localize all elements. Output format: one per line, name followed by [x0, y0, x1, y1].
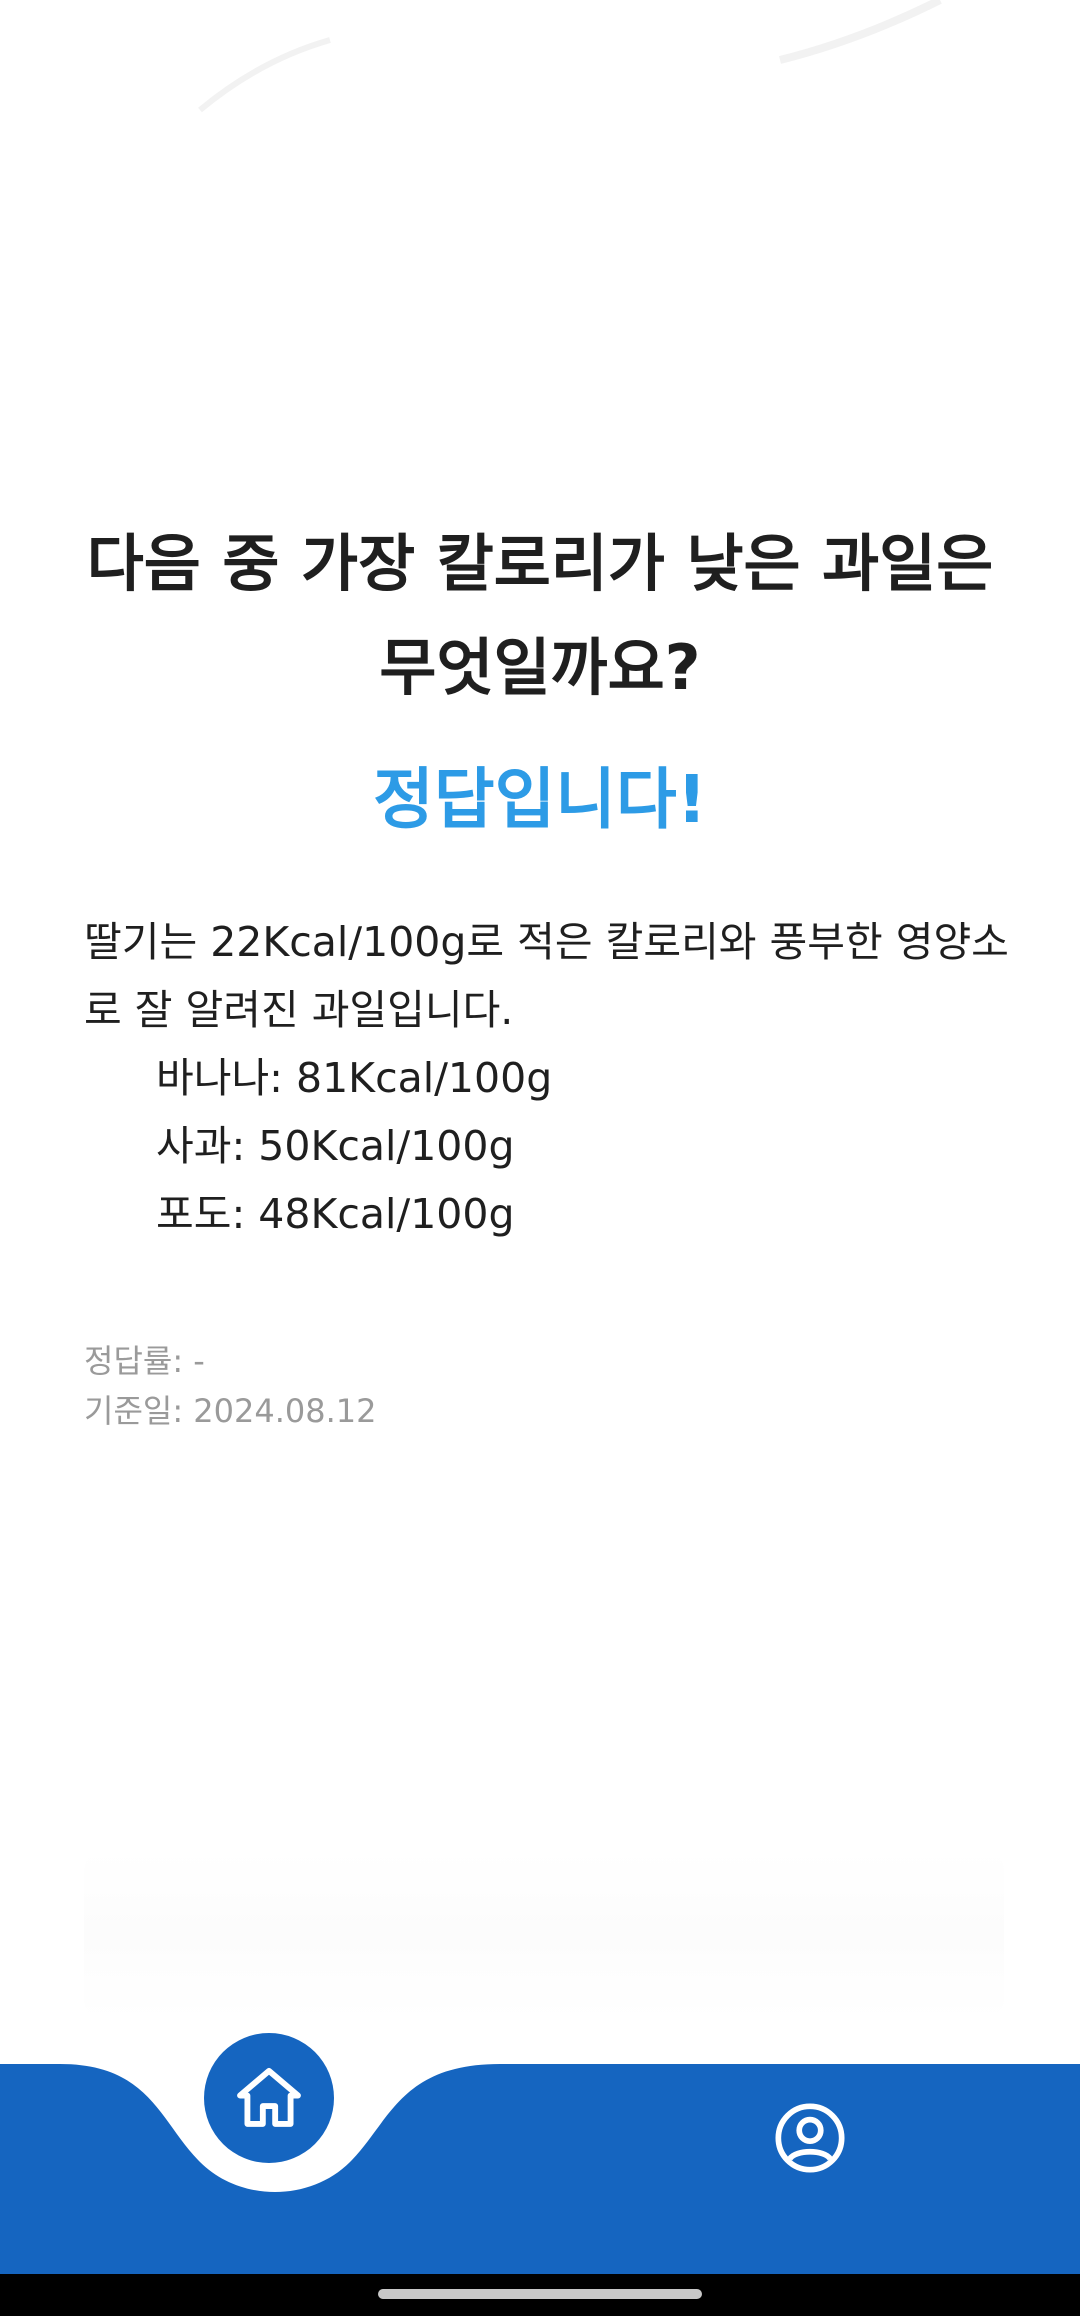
profile-icon [775, 2103, 845, 2173]
home-icon [237, 2067, 301, 2127]
system-gesture-bar [0, 2274, 1080, 2316]
stats-block: 정답률: - 기준일: 2024.08.12 [84, 1336, 684, 1436]
result-message: 정답입니다! [373, 761, 707, 838]
ad-placeholder [84, 1850, 1004, 2020]
top-decoration [198, 0, 942, 113]
option-detail: 사과: 50Kcal/100g [156, 1122, 515, 1170]
gesture-handle[interactable] [378, 2289, 702, 2299]
quiz-result-screen: 다음 중 가장 칼로리가 낮은 과일은 무엇일까요? 정답입니다! 딸기는 22… [0, 0, 1080, 2316]
bottom-navigation-bar [0, 2064, 1080, 2274]
option-detail: 바나나: 81Kcal/100g [156, 1054, 553, 1102]
question-text: 다음 중 가장 칼로리가 낮은 과일은 무엇일까요? [86, 527, 994, 704]
nav-profile-button[interactable] [770, 2098, 850, 2178]
accuracy-rate: 정답률: - [84, 1342, 205, 1380]
explanation-block: 딸기는 22Kcal/100g로 적은 칼로리와 풍부한 영양소로 잘 알려진 … [84, 908, 1014, 1248]
reference-date: 기준일: 2024.08.12 [84, 1392, 377, 1430]
option-detail: 포도: 48Kcal/100g [156, 1190, 515, 1238]
nav-home-button[interactable] [204, 2033, 334, 2163]
explanation-text: 딸기는 22Kcal/100g로 적은 칼로리와 풍부한 영양소로 잘 알려진 … [84, 918, 1009, 1034]
